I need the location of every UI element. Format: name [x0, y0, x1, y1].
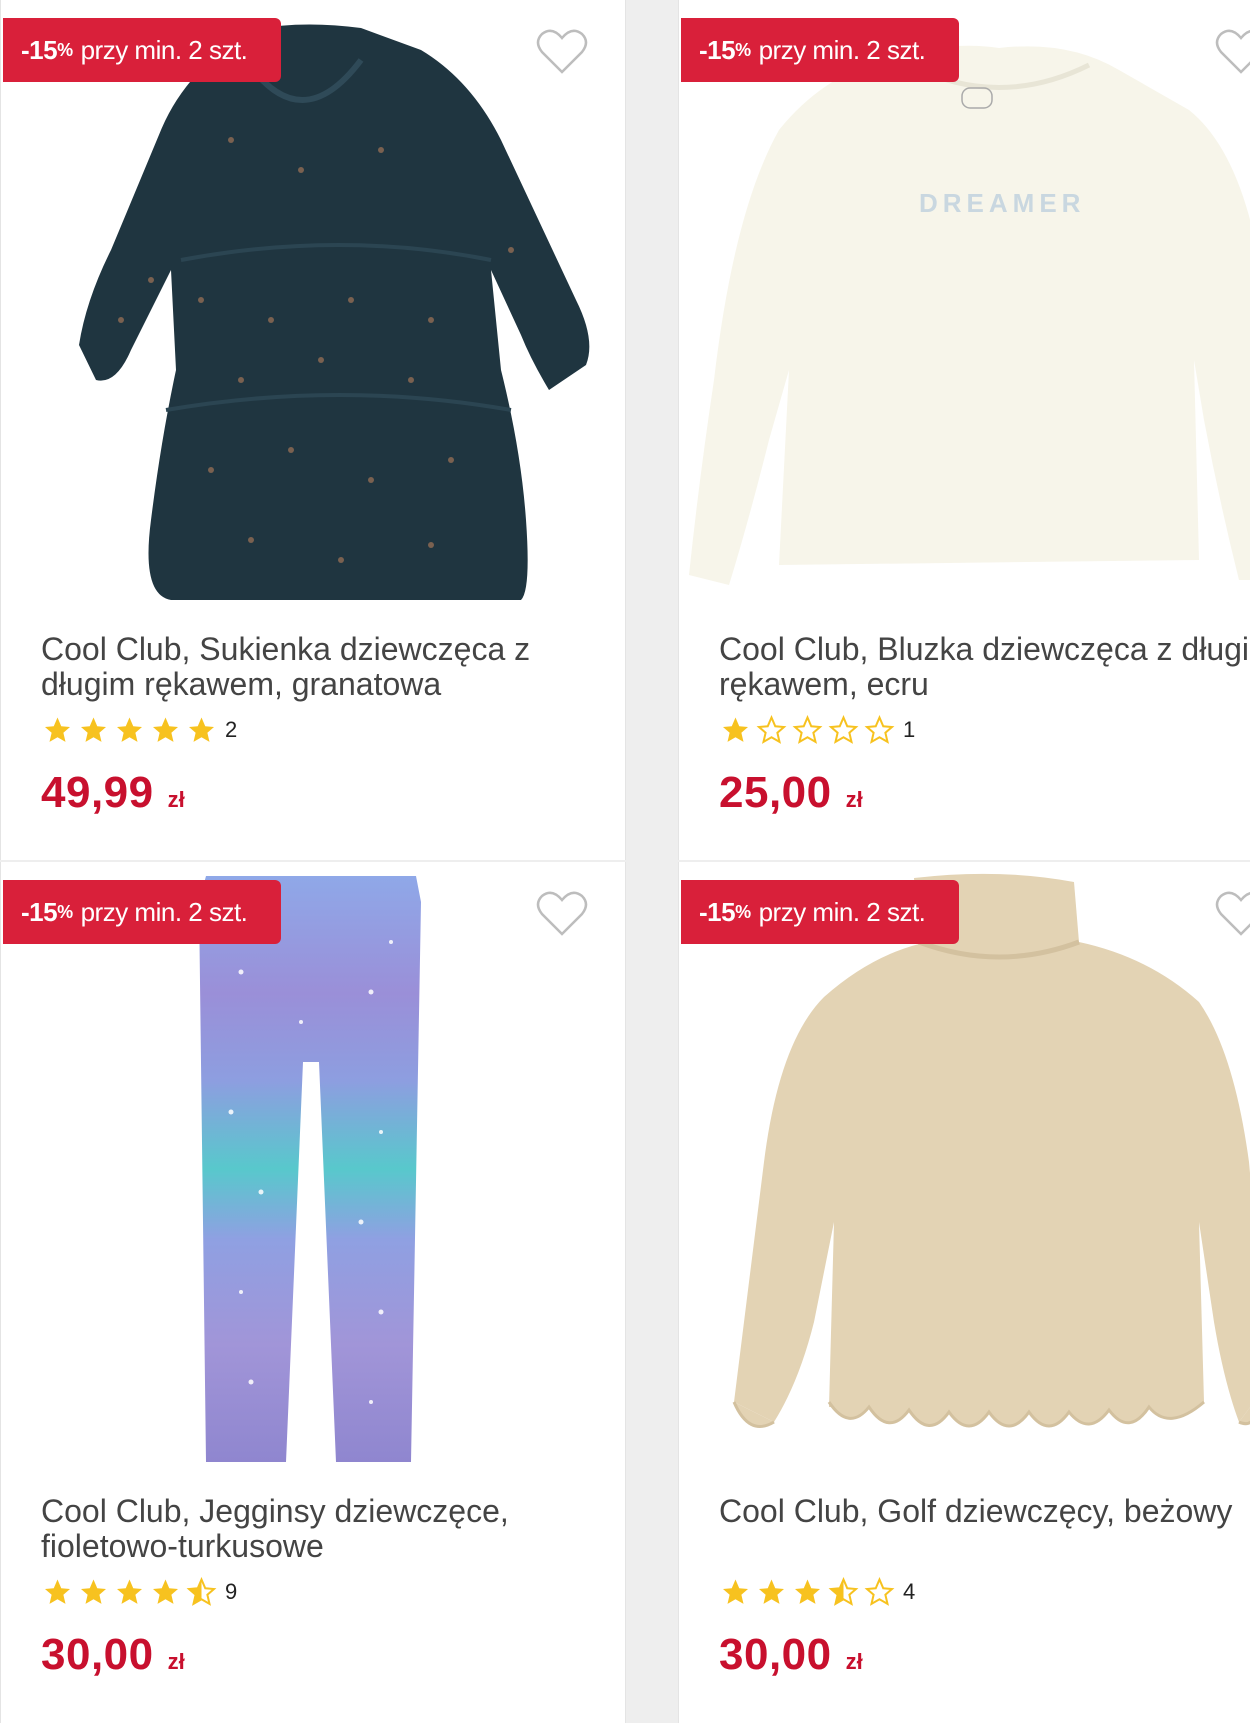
product-title[interactable]: Cool Club, Jegginsy dziewczęce, fioletow… — [41, 1494, 601, 1564]
star-full-icon — [723, 717, 748, 742]
price-amount: 30,00 — [719, 1630, 832, 1679]
price-amount: 30,00 — [41, 1630, 154, 1679]
price-currency: zł — [167, 787, 185, 812]
star-full-icon — [723, 1579, 748, 1604]
product-card[interactable]: -15% przy min. 2 szt. Cool Club, Sukienka… — [0, 0, 626, 860]
star-full-icon — [795, 1579, 820, 1604]
star-full-icon — [81, 717, 106, 742]
discount-badge: -15% przy min. 2 szt. — [3, 880, 281, 944]
product-title[interactable]: Cool Club, Sukienka dziewczęca z długim … — [41, 632, 601, 702]
heart-icon[interactable] — [536, 28, 588, 76]
product-grid: -15% przy min. 2 szt. Cool Club, Sukienka… — [0, 0, 1250, 1723]
star-full-icon — [189, 717, 214, 742]
price: 30,00 zł — [41, 1630, 185, 1680]
heart-icon[interactable] — [1215, 890, 1250, 938]
star-full-icon — [45, 1579, 70, 1604]
rating-count: 9 — [225, 1579, 238, 1604]
price: 30,00 zł — [719, 1630, 863, 1680]
discount-badge: -15% przy min. 2 szt. — [3, 18, 281, 82]
star-full-icon — [81, 1579, 106, 1604]
product-title[interactable]: Cool Club, Bluzka dziewczęca z długim rę… — [719, 632, 1250, 702]
price: 49,99 zł — [41, 768, 185, 818]
star-full-icon — [153, 717, 178, 742]
star-half-icon — [828, 1577, 859, 1606]
star-empty-icon — [864, 1577, 895, 1606]
price-amount: 49,99 — [41, 768, 154, 817]
price: 25,00 zł — [719, 768, 863, 818]
discount-badge: -15% przy min. 2 szt. — [681, 18, 959, 82]
rating-count: 1 — [903, 717, 916, 742]
star-full-icon — [45, 717, 70, 742]
product-image[interactable] — [679, 862, 1250, 1472]
star-empty-icon — [792, 715, 823, 744]
rating: 9 — [41, 1574, 237, 1610]
beige-turtleneck-image — [732, 873, 1250, 1428]
product-card[interactable]: DREAMER -15% przy min. 2 szt. Cool Club, … — [678, 0, 1250, 860]
rating-count: 4 — [903, 1579, 916, 1604]
ecru-sweatshirt-image: DREAMER — [689, 45, 1250, 585]
product-title[interactable]: Cool Club, Golf dziewczęcy, beżowy — [719, 1494, 1250, 1529]
star-half-icon — [186, 1577, 217, 1606]
star-full-icon — [117, 717, 142, 742]
product-card[interactable]: -15% przy min. 2 szt. Cool Club, Golf dzi… — [678, 862, 1250, 1723]
rating: 2 — [41, 712, 237, 748]
price-currency: zł — [845, 1649, 863, 1674]
price-amount: 25,00 — [719, 768, 832, 817]
rating: 1 — [719, 712, 915, 748]
discount-badge: -15% przy min. 2 szt. — [681, 880, 959, 944]
star-full-icon — [153, 1579, 178, 1604]
product-card[interactable]: -15% przy min. 2 szt. Cool Club, Jegginsy… — [0, 862, 626, 1723]
heart-icon[interactable] — [1215, 28, 1250, 76]
print-text: DREAMER — [919, 188, 1085, 218]
product-image[interactable] — [1, 862, 625, 1472]
product-image[interactable]: DREAMER — [679, 0, 1250, 610]
star-empty-icon — [864, 715, 895, 744]
star-full-icon — [117, 1579, 142, 1604]
product-image[interactable] — [1, 0, 625, 610]
price-currency: zł — [845, 787, 863, 812]
star-empty-icon — [756, 715, 787, 744]
rating: 4 — [719, 1574, 915, 1610]
price-currency: zł — [167, 1649, 185, 1674]
star-empty-icon — [828, 715, 859, 744]
star-full-icon — [759, 1579, 784, 1604]
rating-count: 2 — [225, 717, 238, 742]
starry-jeggings-image — [199, 876, 421, 1462]
heart-icon[interactable] — [536, 890, 588, 938]
navy-dress-image — [79, 24, 590, 600]
